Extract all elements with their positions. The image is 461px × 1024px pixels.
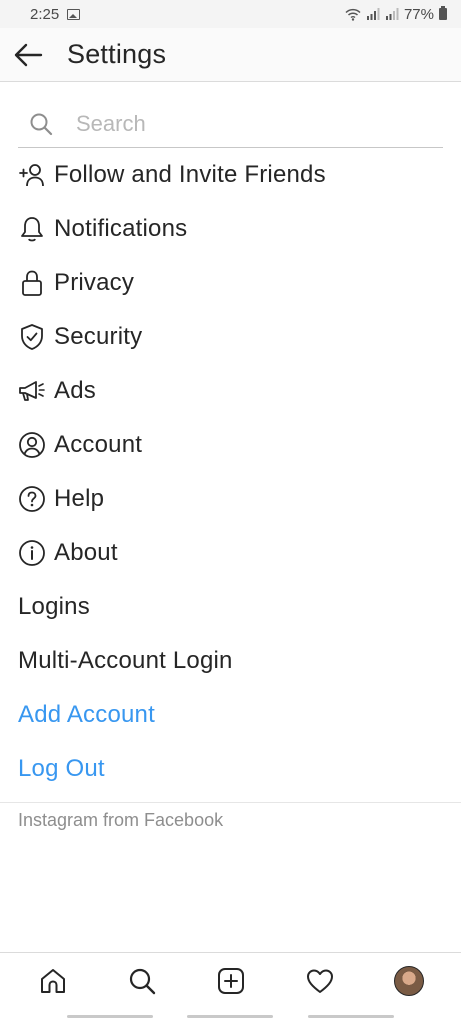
info-icon — [18, 539, 46, 567]
menu-label-notifications: Notifications — [54, 215, 188, 242]
menu-item-follow-invite[interactable]: Follow and Invite Friends — [0, 148, 461, 202]
plus-square-icon — [217, 967, 244, 994]
menu-item-notifications[interactable]: Notifications — [0, 202, 461, 256]
search-bar — [18, 100, 443, 148]
gesture-bar — [0, 1008, 461, 1024]
menu-item-log-out[interactable]: Log Out — [0, 742, 461, 796]
megaphone-icon — [18, 377, 46, 405]
status-time: 2:25 — [30, 5, 60, 23]
menu-label-multi-account-login: Multi-Account Login — [18, 647, 233, 674]
battery-percent: 77% — [403, 5, 434, 23]
avatar — [393, 965, 424, 996]
heart-icon — [306, 969, 333, 993]
divider — [0, 802, 461, 803]
menu-item-account[interactable]: Account — [0, 418, 461, 472]
menu-label-privacy: Privacy — [54, 269, 135, 296]
header: Settings — [0, 28, 461, 82]
menu-item-add-account[interactable]: Add Account — [0, 688, 461, 742]
page-title: Settings — [67, 39, 167, 69]
signal-icon — [366, 8, 380, 20]
shield-icon — [18, 323, 46, 351]
nav-activity-button[interactable] — [296, 957, 344, 1005]
menu-label-add-account: Add Account — [18, 701, 155, 728]
signal-icon-2 — [385, 8, 399, 20]
bottom-nav — [0, 952, 461, 1008]
bell-icon — [18, 215, 46, 243]
lock-icon — [18, 269, 46, 297]
footer-text: Instagram from Facebook — [18, 810, 224, 830]
menu-label-about: About — [54, 539, 118, 566]
menu-item-logins[interactable]: Logins — [0, 580, 461, 634]
home-icon — [40, 968, 65, 993]
menu-label-account: Account — [54, 431, 143, 458]
gesture-line — [187, 1014, 274, 1018]
account-icon — [18, 431, 46, 459]
menu-item-security[interactable]: Security — [0, 310, 461, 364]
wifi-icon — [345, 8, 361, 21]
menu-label-help: Help — [54, 485, 105, 512]
menu-item-privacy[interactable]: Privacy — [0, 256, 461, 310]
gesture-line — [67, 1014, 154, 1018]
battery-icon — [439, 6, 447, 20]
gallery-icon — [67, 8, 81, 20]
nav-new-post-button[interactable] — [207, 957, 255, 1005]
status-right: 77% — [345, 6, 447, 23]
search-input[interactable] — [76, 110, 396, 137]
help-icon — [18, 485, 46, 513]
gesture-line — [307, 1014, 394, 1018]
status-left: 2:25 — [30, 5, 81, 23]
back-arrow-icon — [14, 43, 43, 66]
menu-item-help[interactable]: Help — [0, 472, 461, 526]
add-person-icon — [18, 161, 46, 189]
search-icon — [129, 968, 155, 994]
nav-profile-button[interactable] — [385, 957, 433, 1005]
settings-menu: Follow and Invite Friends Notifications … — [0, 148, 461, 796]
menu-label-logins: Logins — [18, 593, 90, 620]
menu-item-about[interactable]: About — [0, 526, 461, 580]
menu-label-ads: Ads — [54, 377, 96, 404]
search-icon — [26, 109, 56, 139]
menu-item-ads[interactable]: Ads — [0, 364, 461, 418]
nav-home-button[interactable] — [29, 957, 77, 1005]
menu-label-security: Security — [54, 323, 143, 350]
nav-search-button[interactable] — [118, 957, 166, 1005]
menu-label-follow-invite: Follow and Invite Friends — [54, 161, 326, 188]
back-button[interactable] — [0, 28, 56, 82]
menu-label-log-out: Log Out — [18, 755, 105, 782]
status-bar: 2:25 77% — [0, 0, 461, 28]
menu-item-multi-account-login[interactable]: Multi-Account Login — [0, 634, 461, 688]
